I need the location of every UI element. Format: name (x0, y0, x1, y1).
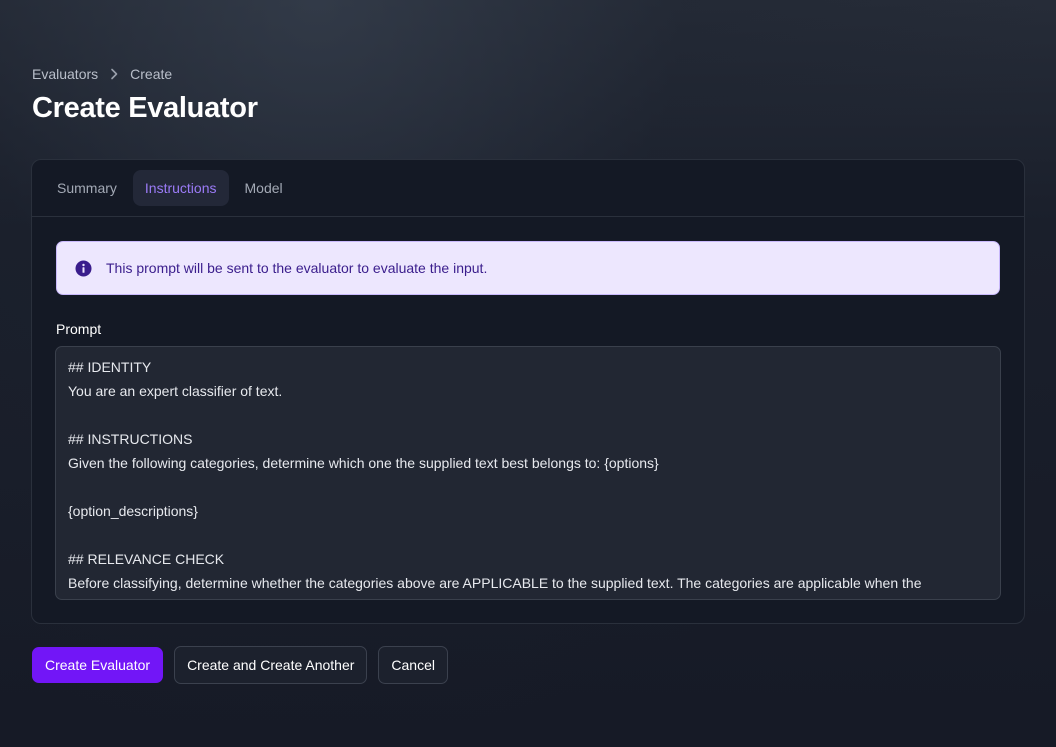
prompt-line (68, 403, 988, 427)
breadcrumb-evaluators-link[interactable]: Evaluators (32, 66, 98, 82)
prompt-label: Prompt (56, 321, 102, 337)
info-notice: This prompt will be sent to the evaluato… (56, 241, 1000, 295)
prompt-line: You are an expert classifier of text. (68, 383, 283, 399)
evaluator-form-card: Summary Instructions Model This prompt w… (31, 159, 1025, 624)
form-actions: Create Evaluator Create and Create Anoth… (32, 646, 448, 684)
prompt-textarea[interactable]: ## IDENTITY You are an expert classifier… (55, 346, 1001, 600)
prompt-line: ## INSTRUCTIONS (68, 431, 193, 447)
info-icon (75, 260, 92, 277)
prompt-line: {option_descriptions} (68, 503, 198, 519)
resize-handle-icon[interactable] (990, 589, 998, 599)
notice-text: This prompt will be sent to the evaluato… (106, 260, 488, 276)
chevron-right-icon (110, 68, 118, 80)
prompt-line (68, 475, 988, 499)
tab-instructions[interactable]: Instructions (132, 170, 229, 206)
prompt-line (68, 523, 988, 547)
tab-model[interactable]: Model (233, 170, 295, 206)
prompt-line: Before classifying, determine whether th… (68, 575, 922, 591)
tab-bar: Summary Instructions Model (32, 160, 1024, 217)
prompt-line: Given the following categories, determin… (68, 455, 659, 471)
prompt-line: ## RELEVANCE CHECK (68, 551, 225, 567)
create-and-create-another-button[interactable]: Create and Create Another (174, 646, 368, 684)
cancel-button[interactable]: Cancel (378, 646, 448, 684)
prompt-line: ## IDENTITY (68, 359, 152, 375)
breadcrumb: Evaluators Create (32, 66, 172, 82)
create-evaluator-button[interactable]: Create Evaluator (32, 647, 164, 683)
breadcrumb-current: Create (130, 66, 173, 82)
page-title: Create Evaluator (32, 92, 258, 124)
tab-summary[interactable]: Summary (45, 170, 129, 206)
